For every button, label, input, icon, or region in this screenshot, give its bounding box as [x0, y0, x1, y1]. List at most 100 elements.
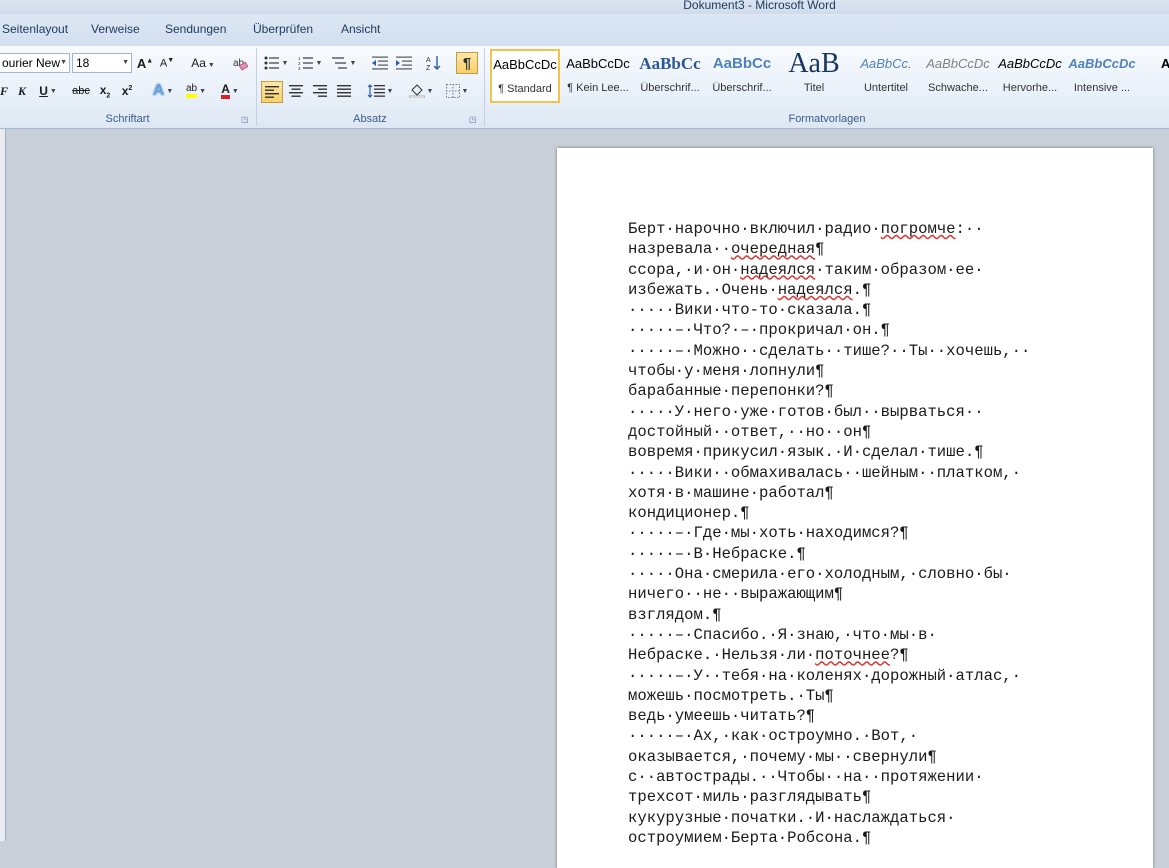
style-preview: AaB: [1140, 56, 1169, 71]
italic-icon: F: [0, 83, 8, 98]
style-titel[interactable]: AaB Titel: [779, 49, 849, 103]
dialog-launcher-icon[interactable]: ◳: [469, 115, 478, 124]
font-name-combo[interactable]: ourier New ▼: [0, 53, 70, 73]
document-line: кондиционер.¶: [628, 504, 750, 523]
document-line: ·····У·него·уже·готов·был··вырваться··: [628, 402, 984, 421]
document-line: трехсот·миль·разглядывать¶: [628, 788, 872, 807]
style-untertitel[interactable]: AaBbCc. Untertitel: [851, 49, 921, 103]
style-standard[interactable]: AaBbCcDc ¶ Standard: [490, 49, 560, 103]
font-group: ourier New ▼ 18 ▼ A▲ A▼ Aa ▼ ab F K U ▼ …: [0, 46, 255, 128]
underline-button[interactable]: U ▼: [34, 81, 62, 101]
multilevel-list-button[interactable]: ▼: [329, 53, 359, 73]
font-group-label: Schriftart: [105, 113, 150, 125]
dialog-launcher-icon[interactable]: ◳: [241, 115, 250, 124]
tab-sendungen[interactable]: Sendungen: [165, 22, 226, 36]
tab-ansicht[interactable]: Ansicht: [341, 22, 380, 36]
shading-button[interactable]: ▼: [405, 81, 437, 101]
svg-text:3: 3: [298, 66, 301, 70]
change-case-icon: Aa ▼: [191, 56, 215, 70]
chevron-down-icon: ▼: [166, 87, 174, 95]
document-line: ·····–·Где·мы·хоть·находимся?¶: [628, 524, 909, 543]
styles-group: AaBbCcDc ¶ Standard AaBbCcDc ¶ Kein Lee.…: [485, 46, 1169, 128]
tab-verweise[interactable]: Verweise: [91, 22, 140, 36]
spelling-error-word[interactable]: погромче: [881, 220, 956, 238]
style-ueberschrift-1[interactable]: AaBbCc Überschrif...: [635, 49, 705, 103]
document-line: ничего··не··выражающим¶: [628, 585, 844, 604]
font-color-button[interactable]: A ▼: [214, 81, 246, 101]
line-spacing-icon: [367, 84, 385, 98]
bullets-button[interactable]: ▼: [261, 53, 291, 73]
numbered-list-icon: 1 2 3: [298, 56, 313, 70]
document-page[interactable]: Берт·нарочно·включил·радио·погромче:·· на…: [557, 148, 1153, 868]
change-case-button[interactable]: Aa ▼: [188, 53, 218, 73]
superscript-button[interactable]: x2: [117, 81, 137, 101]
document-line: чтобы·у·меня·лопнули¶: [628, 362, 825, 381]
document-line: кукурузные·початки.·И·наслаждаться·: [628, 808, 956, 827]
numbering-button[interactable]: 1 2 3 ▼: [295, 53, 325, 73]
window-title: Dokument3 - Microsoft Word: [683, 0, 836, 12]
chevron-down-icon: ▼: [386, 87, 394, 95]
align-left-icon: [265, 86, 279, 98]
document-line: достойный··ответ,··но··он¶: [628, 422, 872, 441]
style-name: Untertitel: [863, 82, 909, 94]
svg-text:Z: Z: [426, 65, 431, 71]
document-body[interactable]: Берт·нарочно·включил·радио·погромче:·· на…: [628, 219, 1098, 848]
document-line: барабанные·перепонки?¶: [628, 382, 834, 401]
document-line: ·····–·Можно··сделать··тише?··Ты··хочешь…: [628, 341, 1031, 360]
justify-button[interactable]: [333, 81, 355, 101]
strikethrough-button[interactable]: abc: [70, 81, 92, 101]
font-size-combo[interactable]: 18 ▼: [72, 53, 132, 73]
show-formatting-marks-button[interactable]: ¶: [456, 52, 478, 74]
spelling-error-word[interactable]: надеялся: [778, 281, 853, 299]
svg-text:A: A: [426, 57, 431, 64]
document-line: ·····–·У··тебя·на·коленях·дорожный·атлас…: [628, 666, 1022, 685]
style-ueberschrift-2[interactable]: AaBbCc Überschrif...: [707, 49, 777, 103]
subscript-button[interactable]: x2: [95, 81, 115, 101]
spelling-error-word[interactable]: поточнее: [815, 646, 890, 664]
chevron-down-icon: ▼: [349, 59, 357, 67]
decrease-indent-icon: [372, 56, 388, 70]
pilcrow-icon: ¶: [462, 54, 472, 72]
style-preview: AaBbCcDc: [998, 56, 1062, 71]
sort-button[interactable]: A Z: [423, 53, 445, 73]
grow-font-button[interactable]: A▲: [135, 53, 155, 73]
shrink-font-icon: A▼: [159, 56, 175, 70]
align-right-button[interactable]: [309, 81, 331, 101]
style-hervorhebung[interactable]: AaBbCcDc Hervorhe...: [995, 49, 1065, 103]
document-line: вовремя·прикусил·язык.·И·сделал·тише.¶: [628, 443, 984, 462]
style-intensive-hervorhebung[interactable]: AaBbCcDc Intensive ...: [1067, 49, 1137, 103]
document-workspace[interactable]: Берт·нарочно·включил·радио·погромче:·· на…: [0, 129, 1169, 868]
shrink-font-button[interactable]: A▼: [157, 53, 177, 73]
styles-group-label: Formatvorlagen: [788, 113, 866, 125]
style-name: F: [1140, 82, 1169, 94]
style-kein-leerraum[interactable]: AaBbCcDc ¶ Kein Lee...: [563, 49, 633, 103]
tab-seitenlayout[interactable]: Seitenlayout: [2, 22, 68, 36]
increase-indent-button[interactable]: [393, 53, 415, 73]
text-effects-button[interactable]: A ▼: [149, 81, 177, 101]
tab-ueberpruefen[interactable]: Überprüfen: [253, 22, 313, 36]
grow-font-icon: A▲: [136, 55, 154, 71]
borders-button[interactable]: ▼: [441, 81, 473, 101]
align-center-button[interactable]: [285, 81, 307, 101]
align-left-button[interactable]: [261, 81, 283, 103]
ribbon: ourier New ▼ 18 ▼ A▲ A▼ Aa ▼ ab F K U ▼ …: [0, 46, 1169, 129]
highlight-button[interactable]: ab ▼: [180, 81, 212, 101]
style-name: Überschrif...: [712, 82, 772, 94]
chevron-down-icon: ▼: [315, 59, 323, 67]
highlighter-icon: ab: [185, 84, 198, 98]
style-preview: AaB: [788, 49, 840, 79]
document-line: ·····–·Спасибо.·Я·знаю,·что·мы·в·: [628, 625, 937, 644]
italic-k-button[interactable]: K: [12, 81, 32, 101]
spelling-error-word[interactable]: очередная: [731, 240, 815, 258]
italic-button[interactable]: F: [0, 81, 12, 101]
clear-formatting-button[interactable]: ab: [229, 53, 251, 73]
chevron-down-icon: ▼: [426, 87, 434, 95]
line-spacing-button[interactable]: ▼: [365, 81, 395, 101]
style-fett[interactable]: AaB F: [1139, 49, 1169, 103]
chevron-down-icon: ▼: [461, 87, 469, 95]
style-preview: AaBbCcDc: [493, 57, 557, 72]
style-schwache-hervorhebung[interactable]: AaBbCcDc Schwache...: [923, 49, 993, 103]
superscript-icon: x2: [121, 84, 133, 98]
spelling-error-word[interactable]: надеялся: [740, 261, 815, 279]
decrease-indent-button[interactable]: [369, 53, 391, 73]
